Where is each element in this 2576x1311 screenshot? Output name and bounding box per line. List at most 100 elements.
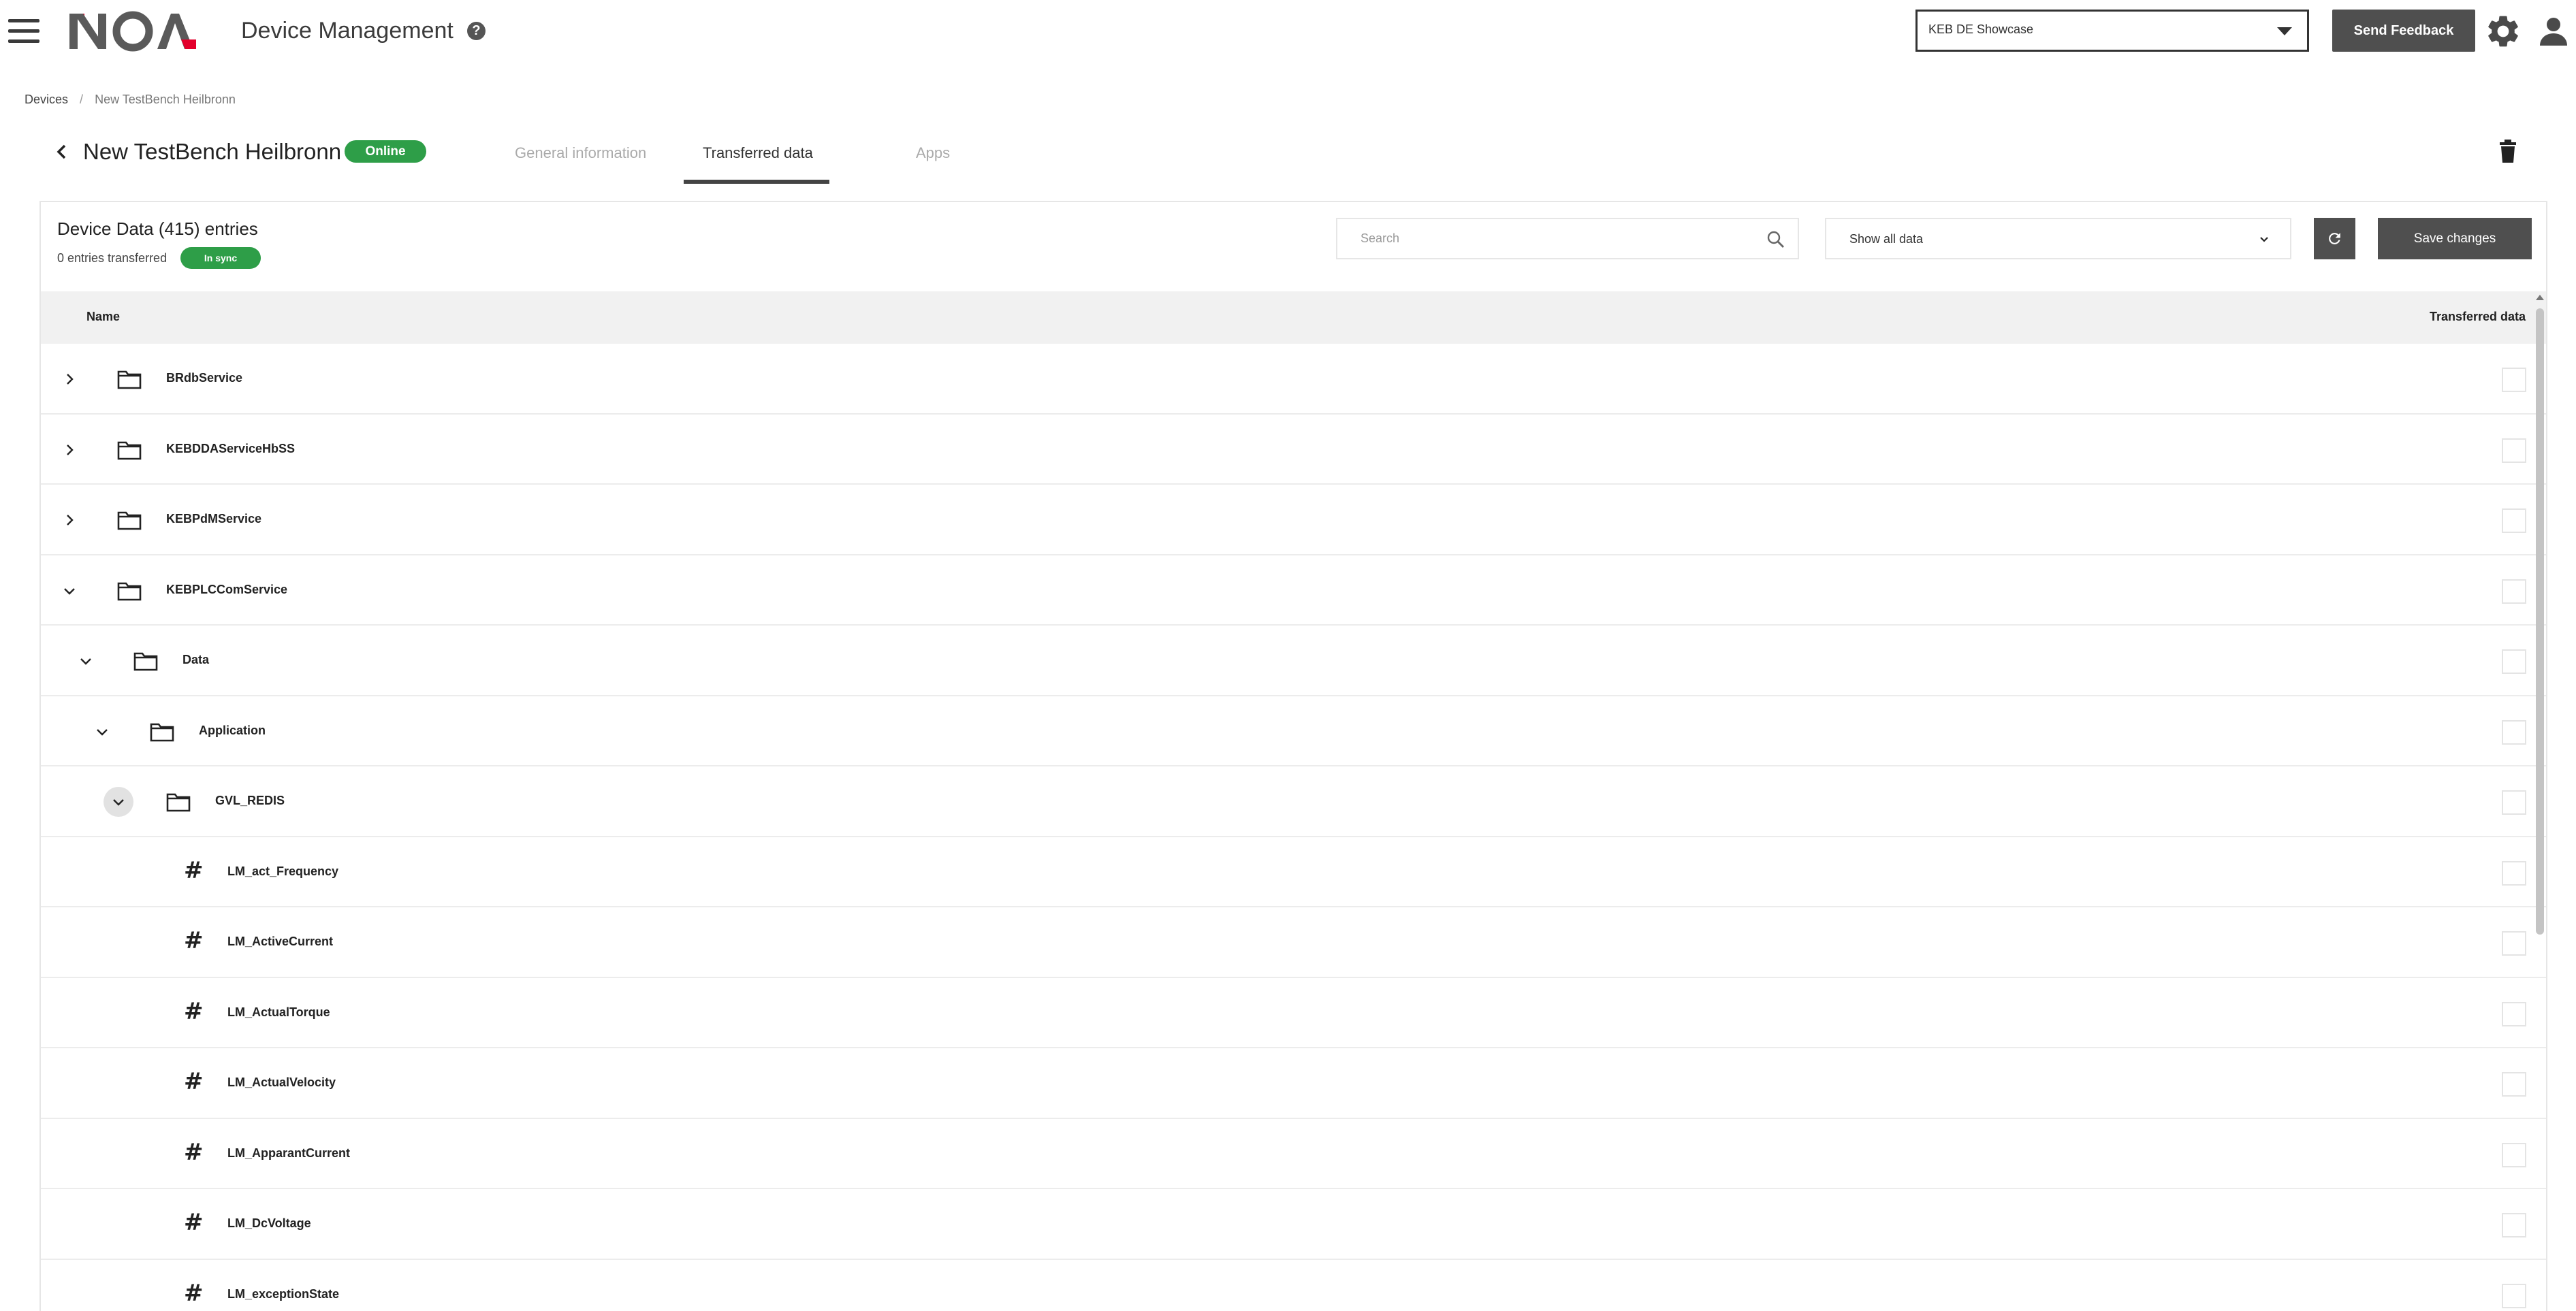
transferred-checkbox[interactable] [2502, 1001, 2526, 1026]
column-header-name: Name [86, 310, 121, 323]
chevron-down-icon [2260, 237, 2268, 242]
transferred-checkbox[interactable] [2502, 1072, 2526, 1097]
breadcrumb-devices-link[interactable]: Devices [25, 93, 68, 106]
data-filter-select[interactable]: Show all data [1825, 218, 2291, 259]
chevron-left-icon[interactable] [53, 142, 71, 162]
hash-icon: # [184, 1138, 204, 1166]
tree-row-label: Data [182, 653, 210, 666]
transferred-checkbox[interactable] [2502, 719, 2526, 745]
hash-icon: # [184, 1279, 204, 1307]
folder-icon [117, 441, 142, 459]
tree-row-label: KEBPLCComService [166, 582, 288, 596]
table-scrollbar[interactable] [2534, 289, 2545, 1311]
collapse-toggle[interactable] [54, 576, 84, 606]
hash-icon: # [184, 927, 204, 954]
expand-toggle[interactable] [54, 435, 84, 465]
tree-row[interactable]: # LM_exceptionState [41, 1260, 2546, 1311]
user-icon[interactable] [2537, 14, 2570, 48]
scroll-up-arrow-icon[interactable] [2536, 295, 2544, 300]
status-badge: Online [345, 140, 426, 163]
tenant-select-value: KEB DE Showcase [1928, 22, 2034, 36]
gear-icon[interactable] [2484, 12, 2522, 50]
transferred-checkbox[interactable] [2502, 1283, 2526, 1308]
transferred-checkbox[interactable] [2502, 1213, 2526, 1237]
trash-icon[interactable] [2498, 139, 2517, 163]
caret-down-icon [2277, 27, 2292, 35]
hash-icon: # [184, 856, 204, 884]
table-header: Name Transferred data [41, 291, 2546, 344]
tree-row[interactable]: GVL_REDIS [41, 766, 2546, 837]
breadcrumb-current: New TestBench Heilbronn [95, 93, 236, 106]
tree-row[interactable]: # LM_ActiveCurrent [41, 907, 2546, 978]
tree-row-label: LM_exceptionState [227, 1286, 340, 1301]
transferred-checkbox[interactable] [2502, 931, 2526, 956]
transferred-checkbox[interactable] [2502, 790, 2526, 815]
folder-icon [117, 511, 142, 530]
chevron-down-icon [97, 728, 108, 736]
tree-row-label: LM_ApparantCurrent [227, 1146, 351, 1160]
chevron-right-icon [67, 444, 74, 455]
tree-row-label: KEBDDAServiceHbSS [166, 441, 296, 455]
tree-row[interactable]: # LM_act_Frequency [41, 837, 2546, 907]
device-data-panel: Device Data (415) entries 0 entries tran… [39, 201, 2547, 1311]
folder-icon [166, 793, 191, 812]
collapse-toggle[interactable] [71, 646, 101, 676]
entries-transferred-text: 0 entries transferred [57, 251, 168, 265]
tenant-select[interactable]: KEB DE Showcase [1915, 10, 2309, 52]
data-tree: BRdbService KEBDDAServiceHbSS KEBPdMServ… [41, 344, 2546, 1311]
scrollbar-thumb[interactable] [2536, 308, 2544, 935]
hash-icon: # [184, 1209, 204, 1236]
transferred-checkbox[interactable] [2502, 579, 2526, 604]
folder-icon [133, 652, 158, 671]
top-bar: Device Management ? KEB DE Showcase Send… [0, 0, 2576, 61]
tree-row[interactable]: BRdbService [41, 344, 2546, 415]
tree-row[interactable]: # LM_ApparantCurrent [41, 1119, 2546, 1189]
data-filter-value: Show all data [1849, 232, 1924, 246]
help-icon[interactable]: ? [467, 22, 486, 40]
tree-row[interactable]: # LM_ActualTorque [41, 978, 2546, 1048]
chevron-down-icon [113, 799, 124, 806]
transferred-checkbox[interactable] [2502, 1142, 2526, 1167]
search-box [1336, 218, 1799, 259]
hamburger-menu-icon[interactable] [8, 19, 39, 44]
collapse-toggle[interactable] [104, 787, 133, 817]
transferred-checkbox[interactable] [2502, 649, 2526, 674]
transferred-checkbox[interactable] [2502, 438, 2526, 463]
collapse-toggle[interactable] [87, 717, 117, 747]
sync-status-badge: In sync [180, 247, 261, 269]
tree-row-label: Application [199, 723, 266, 737]
hash-icon: # [184, 997, 204, 1025]
chevron-down-icon [80, 658, 91, 665]
transferred-checkbox[interactable] [2502, 368, 2526, 392]
tree-row[interactable]: Data [41, 626, 2546, 696]
refresh-icon [2329, 233, 2340, 244]
save-changes-button[interactable]: Save changes [2378, 218, 2532, 259]
tree-row[interactable]: # LM_ActualVelocity [41, 1048, 2546, 1119]
expand-toggle[interactable] [54, 364, 84, 394]
tree-row-label: LM_ActualTorque [227, 1005, 330, 1019]
folder-icon [150, 723, 174, 741]
chevron-down-icon [64, 587, 75, 595]
tree-row[interactable]: Application [41, 696, 2546, 766]
folder-icon [117, 582, 142, 600]
send-feedback-button[interactable]: Send Feedback [2332, 10, 2475, 52]
device-name: New TestBench Heilbronn [83, 139, 342, 164]
tree-row[interactable]: KEBPdMService [41, 485, 2546, 555]
transferred-checkbox[interactable] [2502, 860, 2526, 886]
hash-icon: # [184, 1068, 204, 1095]
column-header-transferred: Transferred data [2429, 310, 2526, 323]
transferred-checkbox[interactable] [2502, 508, 2526, 533]
tree-row-label: LM_DcVoltage [227, 1216, 311, 1230]
tree-row[interactable]: # LM_DcVoltage [41, 1189, 2546, 1260]
search-input[interactable] [1337, 219, 1798, 258]
tree-row[interactable]: KEBDDAServiceHbSS [41, 415, 2546, 485]
expand-toggle[interactable] [54, 505, 84, 535]
tab-transferred-data[interactable]: Transferred data [703, 143, 813, 163]
tab-apps[interactable]: Apps [916, 143, 950, 163]
chevron-right-icon [67, 515, 74, 525]
refresh-button[interactable] [2314, 218, 2355, 259]
chevron-right-icon [67, 374, 74, 385]
tab-general-information[interactable]: General information [515, 143, 646, 163]
tree-row[interactable]: KEBPLCComService [41, 555, 2546, 626]
tree-row-label: LM_ActualVelocity [227, 1075, 336, 1089]
